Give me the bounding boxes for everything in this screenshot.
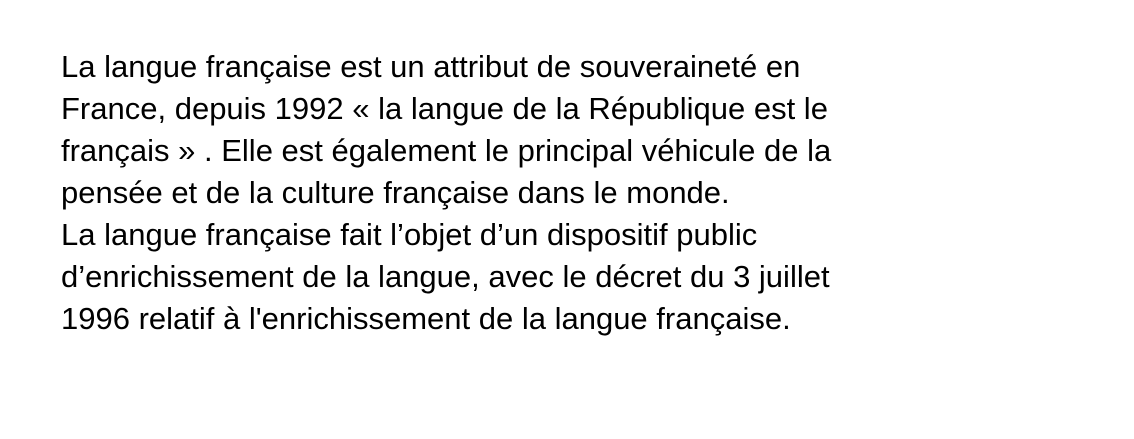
text-line-1: La langue française est un attribut de s…: [61, 49, 801, 84]
text-line-7: 1996 relatif à l'enrichissement de la la…: [61, 301, 791, 336]
document-body: La langue française est un attribut de s…: [61, 46, 1101, 340]
text-line-3: français » . Elle est également le princ…: [61, 133, 832, 168]
text-line-2: France, depuis 1992 « la langue de la Ré…: [61, 91, 828, 126]
text-line-4: pensée et de la culture française dans l…: [61, 175, 730, 210]
text-line-5: La langue française fait l’objet d’un di…: [61, 217, 758, 252]
text-line-6: d’enrichissement de la langue, avec le d…: [61, 259, 830, 294]
